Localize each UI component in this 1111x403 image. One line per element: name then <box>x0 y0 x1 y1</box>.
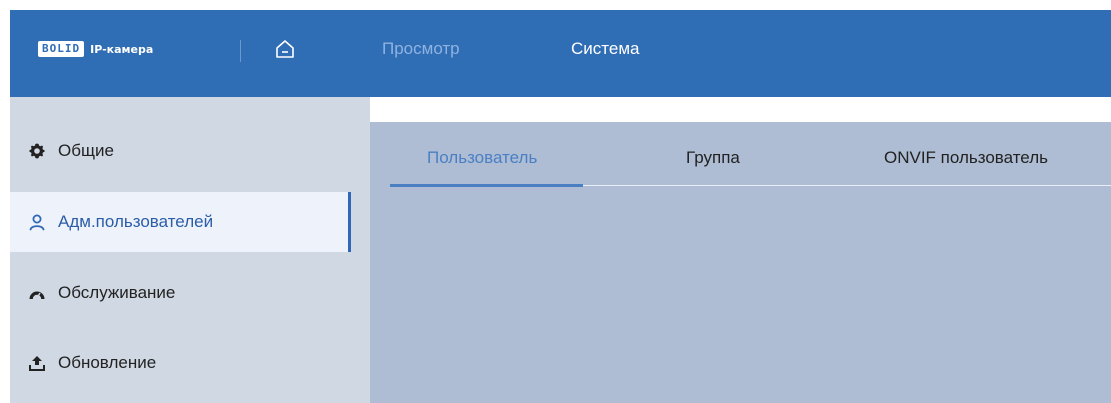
nav-view[interactable]: Просмотр <box>382 37 460 61</box>
sidebar-item-label: Общие <box>58 141 114 160</box>
gear-icon <box>28 142 46 160</box>
home-icon[interactable] <box>274 38 296 60</box>
sidebar-item-label: Обслуживание <box>58 283 176 302</box>
product-name: IP-камера <box>90 42 154 56</box>
sidebar: Общие Адм.пользователей Обслуживание Обн… <box>10 97 370 403</box>
tab-onvif-user[interactable]: ONVIF пользователь <box>884 146 1048 170</box>
upload-icon <box>28 354 46 372</box>
brand-logo: BOLID IP-камера <box>38 39 153 59</box>
sidebar-item-user-admin[interactable]: Адм.пользователей <box>10 192 351 252</box>
sidebar-item-label: Адм.пользователей <box>58 212 214 231</box>
user-icon <box>28 213 46 231</box>
sidebar-item-update[interactable]: Обновление <box>10 333 348 393</box>
sidebar-item-general[interactable]: Общие <box>10 121 348 181</box>
sidebar-item-label: Обновление <box>58 353 157 372</box>
tab-group[interactable]: Группа <box>686 146 740 170</box>
nav-system[interactable]: Система <box>571 37 639 61</box>
bolid-logo: BOLID <box>38 41 85 57</box>
header-divider <box>240 40 241 62</box>
top-bar: BOLID IP-камера Просмотр Система <box>10 10 1111 97</box>
gauge-icon <box>28 284 46 302</box>
active-tab-indicator <box>390 184 583 187</box>
main-content: Пользователь Группа ONVIF пользователь <box>370 122 1111 403</box>
tab-user[interactable]: Пользователь <box>427 146 537 170</box>
sidebar-item-maintenance[interactable]: Обслуживание <box>10 263 348 323</box>
